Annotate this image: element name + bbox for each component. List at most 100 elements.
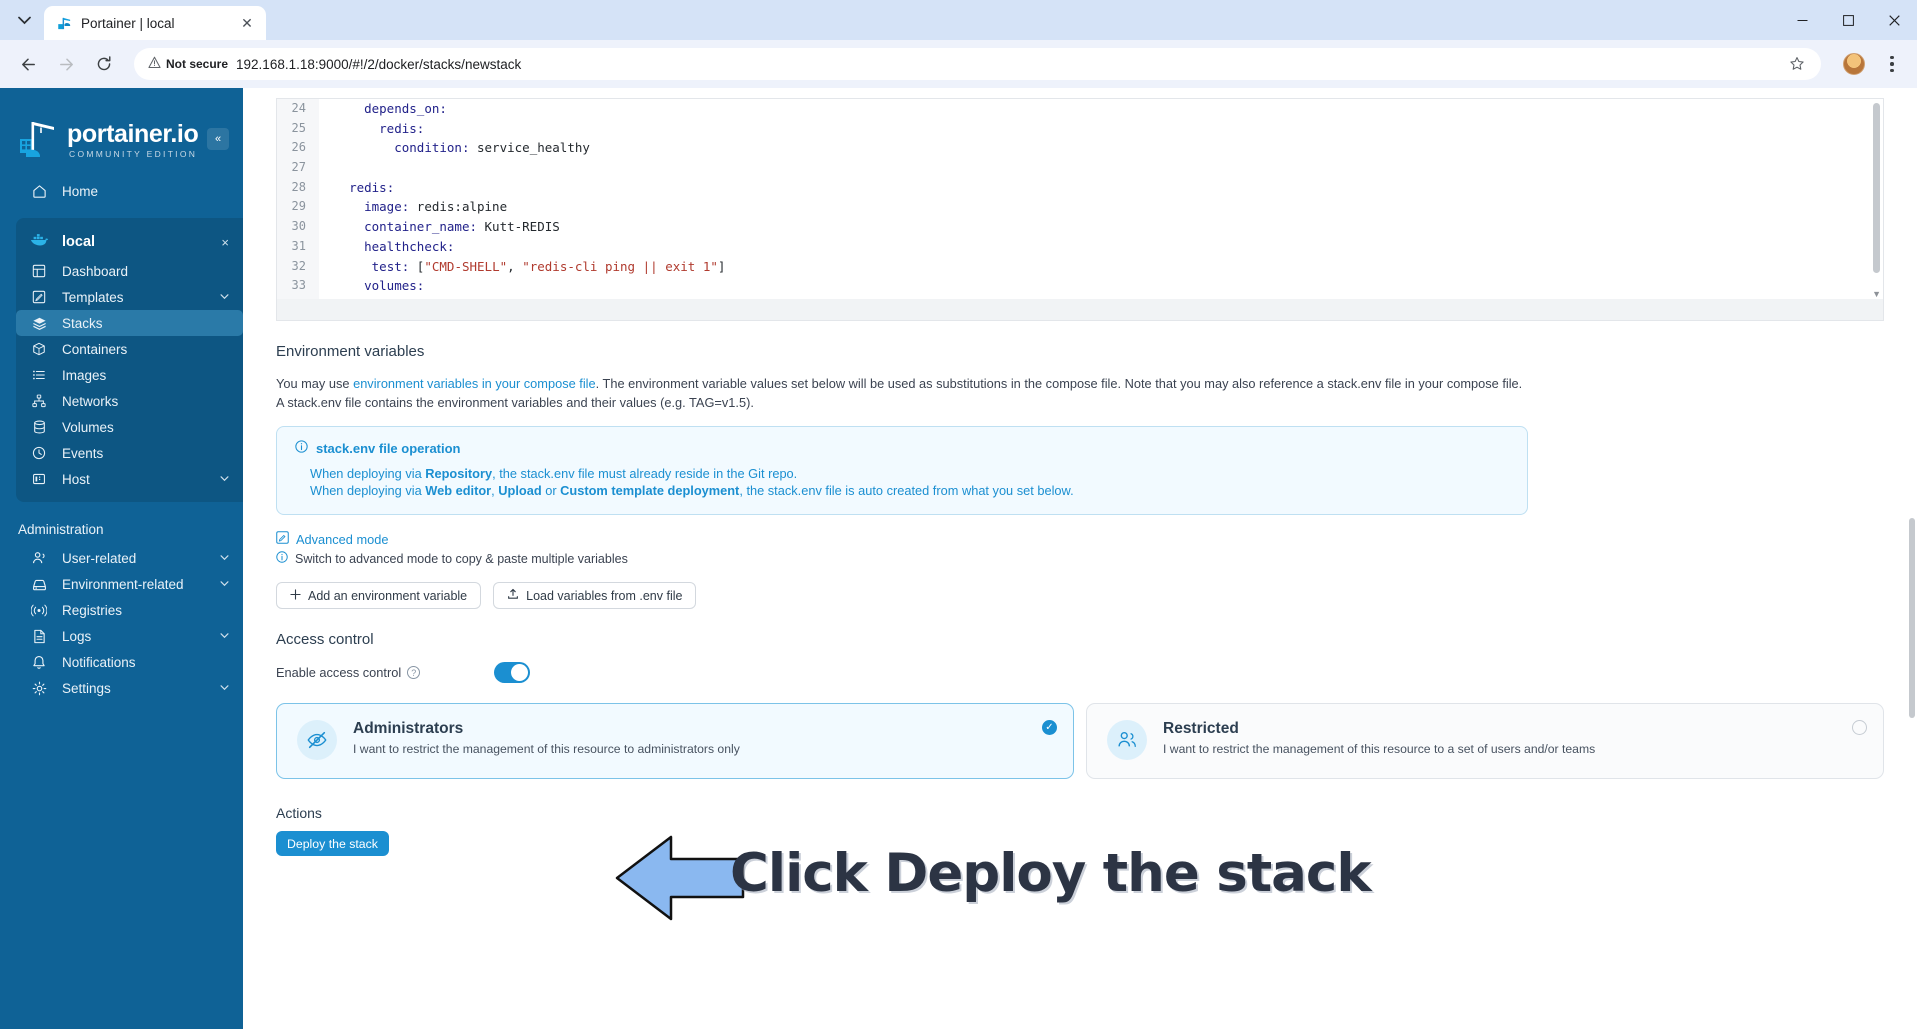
page-body: portainer.io COMMUNITY EDITION « Home lo… xyxy=(0,88,1917,1029)
chevron-down-icon[interactable] xyxy=(220,683,229,693)
environment-label: local xyxy=(62,234,96,250)
sidebar-item-stacks[interactable]: Stacks xyxy=(16,310,243,336)
reload-button[interactable] xyxy=(88,48,120,80)
tab-list-button[interactable] xyxy=(6,3,42,37)
sidebar-item-templates[interactable]: Templates xyxy=(16,284,243,310)
sidebar-item-home[interactable]: Home xyxy=(0,178,243,204)
browser-tab[interactable]: Portainer | local ✕ xyxy=(44,6,266,40)
radio-unselected-icon[interactable] xyxy=(1852,720,1867,735)
chevron-down-icon[interactable] xyxy=(220,579,229,589)
networks-icon xyxy=(30,394,48,408)
code-text[interactable]: - /volume1/docker/kutt/redis:/data:rw xyxy=(319,296,657,299)
code-text[interactable]: redis: xyxy=(319,119,424,139)
environment-selector[interactable]: local × xyxy=(16,226,243,258)
security-indicator[interactable]: Not secure xyxy=(148,56,228,72)
sidebar-item-user-related[interactable]: User-related xyxy=(0,545,243,571)
code-text[interactable]: image: redis:alpine xyxy=(319,197,507,217)
advanced-mode-link[interactable]: Advanced mode xyxy=(276,531,1884,547)
compose-file-link[interactable]: environment variables in your compose fi… xyxy=(353,376,596,391)
infobox-line2-a: When deploying via xyxy=(310,483,426,498)
editor-scrollbar[interactable] xyxy=(1873,103,1880,285)
sidebar-item-notifications[interactable]: Notifications xyxy=(0,649,243,675)
tab-title: Portainer | local xyxy=(81,15,175,31)
sidebar-item-label-images: Images xyxy=(62,367,107,383)
advanced-mode-hint: Switch to advanced mode to copy & paste … xyxy=(276,551,1884,566)
window-maximize-button[interactable] xyxy=(1825,0,1871,40)
chevron-down-icon[interactable] xyxy=(220,292,229,302)
sidebar-item-label-templates: Templates xyxy=(62,289,124,305)
access-control-title: Access control xyxy=(276,631,374,648)
sidebar-item-dashboard[interactable]: Dashboard xyxy=(16,258,243,284)
infobox-line2-webeditor: Web editor xyxy=(425,483,492,498)
line-number: 33 xyxy=(277,276,319,296)
main-scrollbar[interactable] xyxy=(1909,518,1915,718)
access-option-desc-restricted: I want to restrict the management of thi… xyxy=(1163,742,1596,756)
gear-icon xyxy=(30,681,48,696)
sidebar-item-events[interactable]: Events xyxy=(16,440,243,466)
sidebar-item-label-events: Events xyxy=(62,445,104,461)
bookmark-star-icon[interactable] xyxy=(1785,52,1809,76)
infobox-line2-upload: Upload xyxy=(498,483,542,498)
code-text[interactable] xyxy=(319,158,334,178)
compose-editor[interactable]: 24 depends_on: 25 redis: 26 condition: ser… xyxy=(276,98,1884,299)
code-text[interactable]: volumes: xyxy=(319,276,424,296)
access-control-options: Administrators I want to restrict the ma… xyxy=(276,703,1884,779)
environment-close-icon[interactable]: × xyxy=(221,235,229,250)
tab-close-icon[interactable]: ✕ xyxy=(238,14,256,32)
chevron-down-icon[interactable] xyxy=(220,631,229,641)
sidebar-item-label-user-related: User-related xyxy=(62,550,137,566)
sidebar-item-label-volumes: Volumes xyxy=(62,419,114,435)
window-close-button[interactable] xyxy=(1871,0,1917,40)
code-line: 26 condition: service_healthy xyxy=(277,138,1883,159)
browser-window: Portainer | local ✕ Not secure 192.168.1… xyxy=(0,0,1917,1029)
code-text[interactable]: container_name: Kutt-REDIS xyxy=(319,217,560,237)
code-line: 24 depends_on: xyxy=(277,99,1883,119)
sidebar-item-logs[interactable]: Logs xyxy=(0,623,243,649)
sidebar-item-label-dashboard: Dashboard xyxy=(62,263,129,279)
line-number: 30 xyxy=(277,217,319,237)
access-control-toggle[interactable] xyxy=(494,662,530,683)
load-variables-button[interactable]: Load variables from .env file xyxy=(493,582,697,609)
sidebar-collapse-button[interactable]: « xyxy=(207,128,229,150)
access-option-restricted[interactable]: Restricted I want to restrict the manage… xyxy=(1086,703,1884,779)
line-number: 28 xyxy=(277,177,319,198)
chevron-down-icon[interactable] xyxy=(220,553,229,563)
sidebar-item-settings[interactable]: Settings xyxy=(0,675,243,701)
brand-name: portainer.io xyxy=(67,119,199,148)
chevron-down-icon[interactable] xyxy=(220,474,229,484)
code-text[interactable]: depends_on: xyxy=(319,99,447,119)
home-icon xyxy=(30,184,48,199)
code-text[interactable]: test: ["CMD-SHELL", "redis-cli ping || e… xyxy=(319,257,726,277)
access-option-administrators[interactable]: Administrators I want to restrict the ma… xyxy=(276,703,1074,779)
sidebar-item-networks[interactable]: Networks xyxy=(16,388,243,414)
infobox-line2-g: , the stack.env file is auto created fro… xyxy=(739,483,1074,498)
code-text[interactable]: redis: xyxy=(319,178,394,198)
sidebar-item-host[interactable]: Host xyxy=(16,466,243,492)
window-minimize-button[interactable] xyxy=(1779,0,1825,40)
volumes-icon xyxy=(30,420,48,434)
question-circle-icon[interactable]: ? xyxy=(407,666,421,679)
editor-lines[interactable]: 24 depends_on: 25 redis: 26 condition: ser… xyxy=(277,99,1883,299)
sidebar-item-registries[interactable]: Registries xyxy=(0,597,243,623)
editor-scroll-down-icon[interactable]: ▼ xyxy=(1872,289,1881,299)
add-environment-variable-button[interactable]: Add an environment variable xyxy=(276,582,482,609)
code-line: 29 image: redis:alpine xyxy=(277,197,1883,218)
code-text[interactable]: healthcheck: xyxy=(319,237,454,257)
bell-icon xyxy=(30,655,48,670)
sidebar-item-containers[interactable]: Containers xyxy=(16,336,243,362)
infobox-line1-a: When deploying via xyxy=(310,466,426,481)
profile-avatar-icon[interactable] xyxy=(1843,53,1865,75)
sidebar-item-label-logs: Logs xyxy=(62,628,92,644)
code-line: 31 healthcheck: xyxy=(277,236,1883,257)
sidebar-item-images[interactable]: Images xyxy=(16,362,243,388)
code-text[interactable]: condition: service_healthy xyxy=(319,138,590,158)
deploy-the-stack-button[interactable]: Deploy the stack xyxy=(276,831,389,856)
check-circle-icon[interactable]: ✓ xyxy=(1042,720,1057,735)
address-bar[interactable]: Not secure 192.168.1.18:9000/#!/2/docker… xyxy=(134,48,1821,80)
infobox-line1-c: , the stack.env file must already reside… xyxy=(492,466,798,481)
sidebar-item-volumes[interactable]: Volumes xyxy=(16,414,243,440)
back-button[interactable] xyxy=(12,48,44,80)
sidebar-item-environment-related[interactable]: Environment-related xyxy=(0,571,243,597)
kebab-menu-icon[interactable] xyxy=(1879,49,1905,79)
forward-button[interactable] xyxy=(50,48,82,80)
